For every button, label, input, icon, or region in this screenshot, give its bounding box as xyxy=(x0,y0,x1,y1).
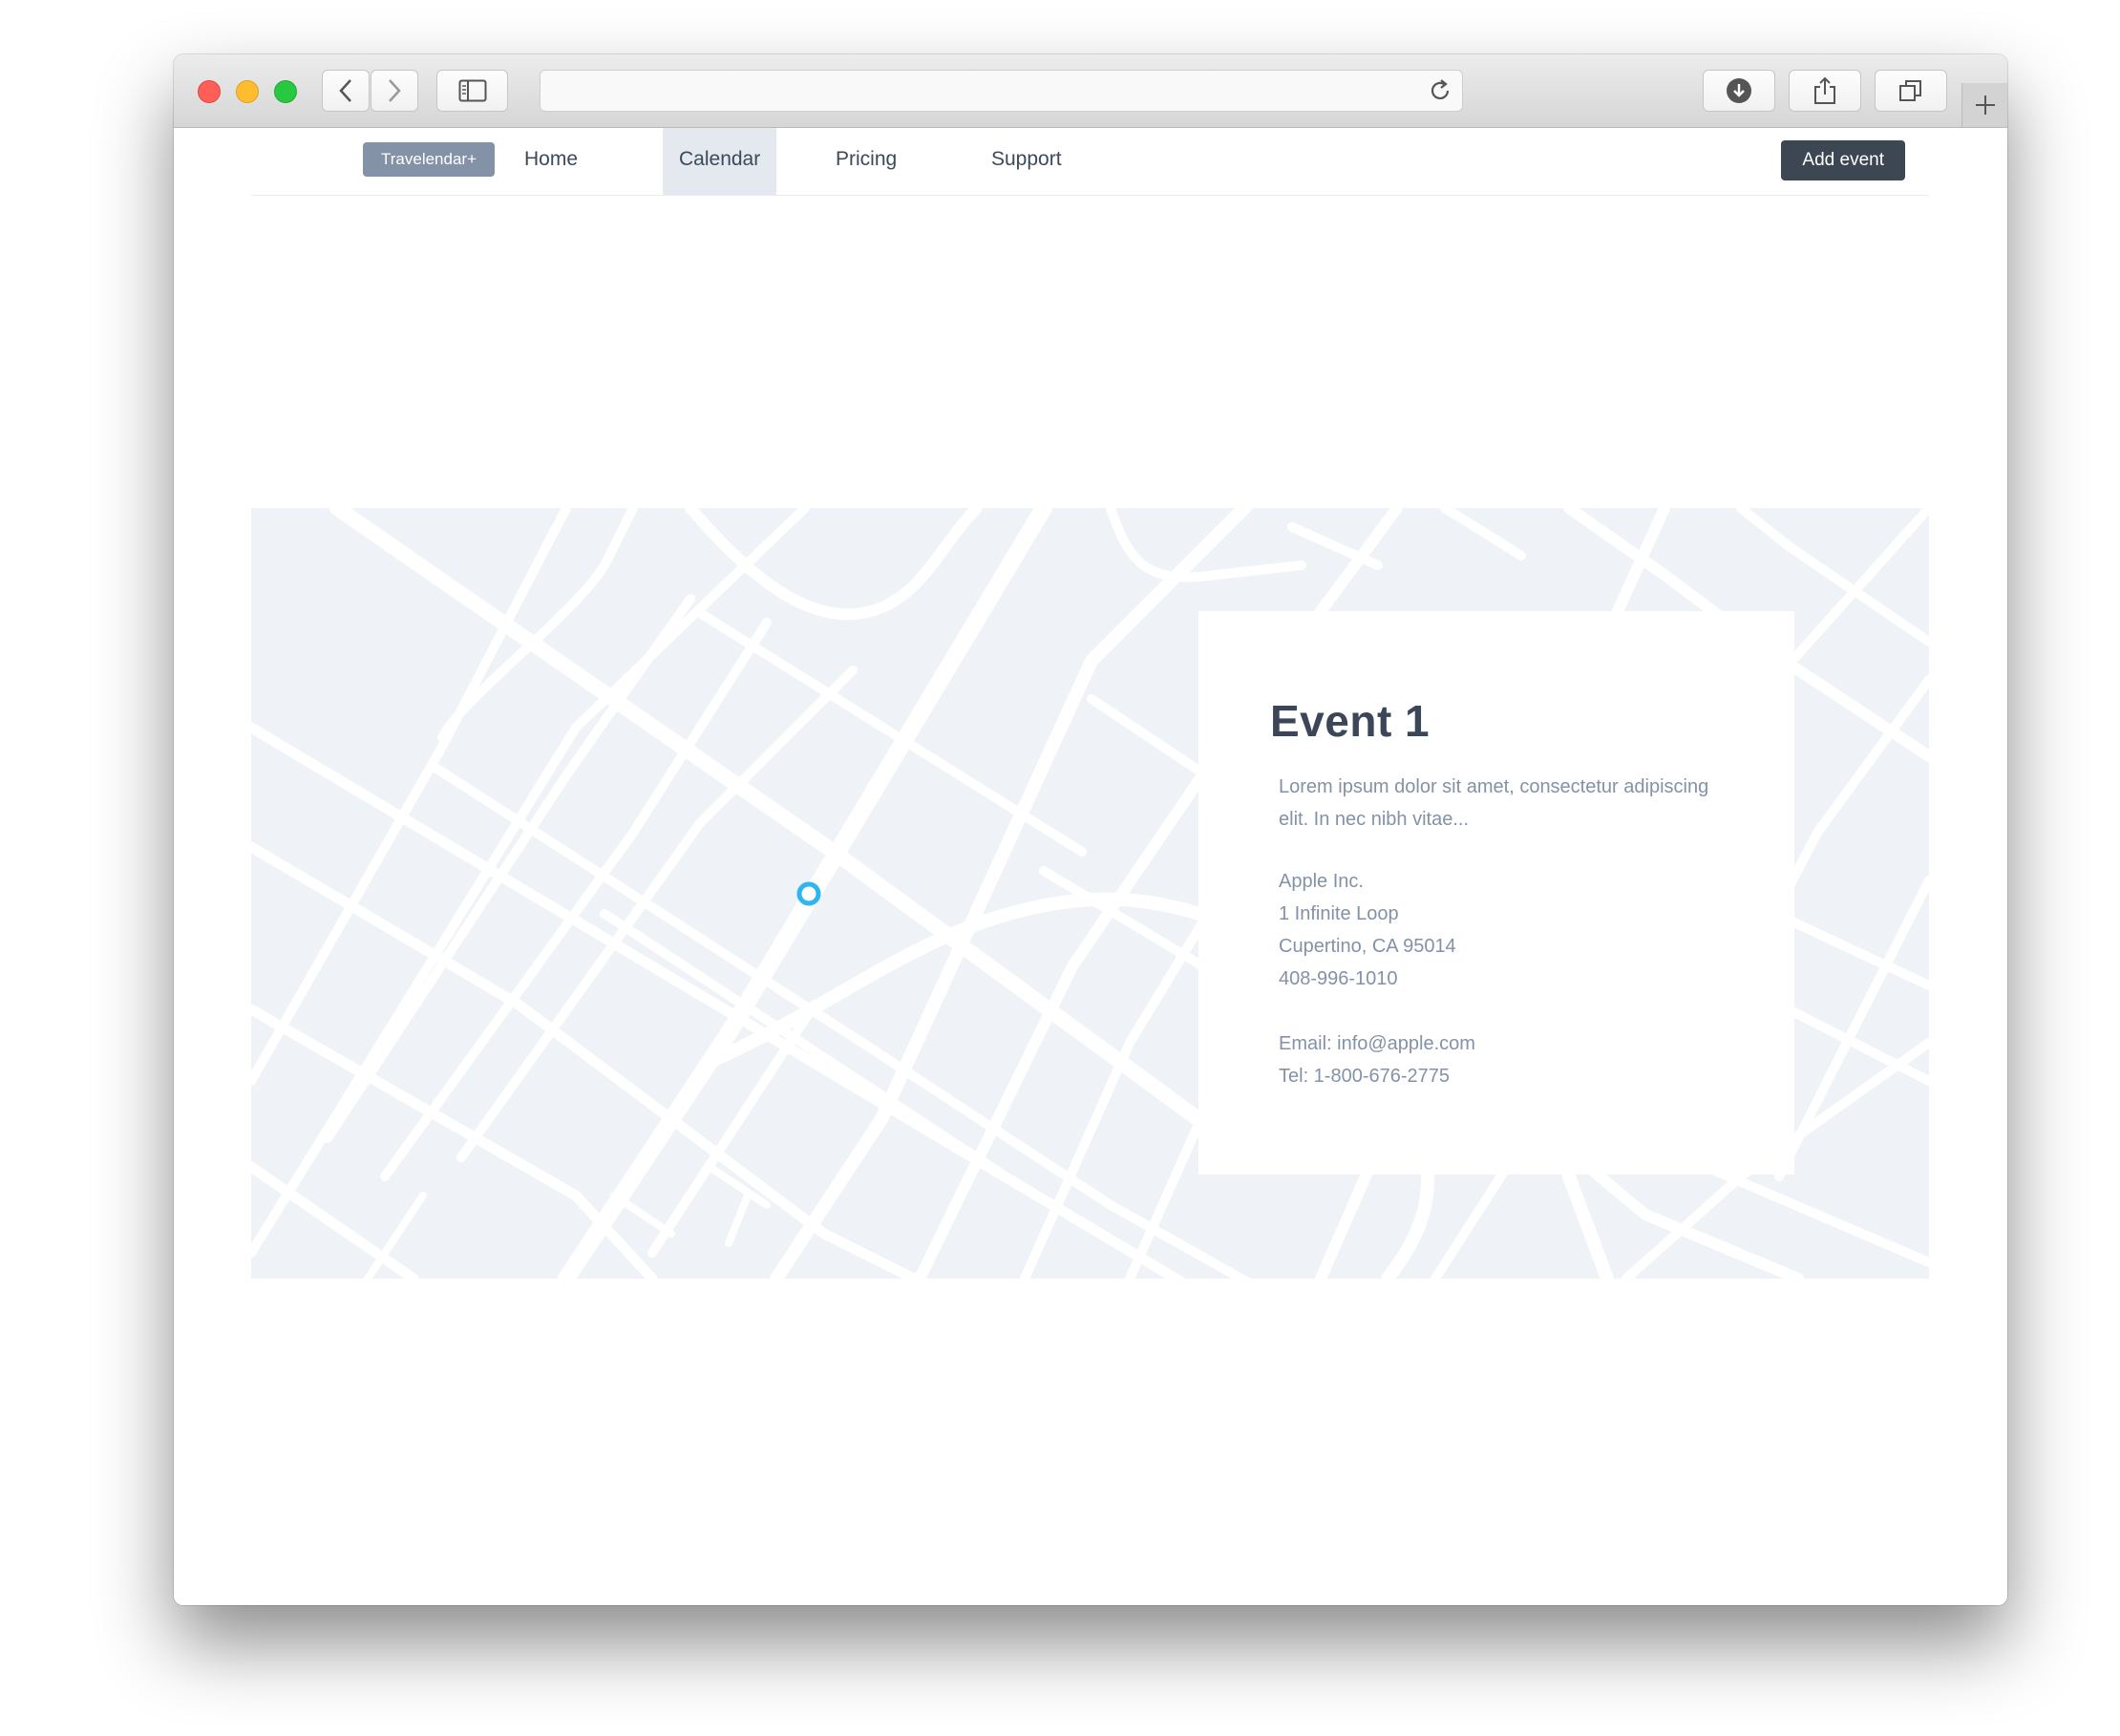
location-marker[interactable] xyxy=(796,881,821,906)
share-icon xyxy=(1814,76,1835,104)
nav-item-support[interactable]: Support xyxy=(975,128,1078,195)
downloads-button[interactable] xyxy=(1703,70,1775,112)
chevron-left-icon xyxy=(339,79,351,102)
forward-button[interactable] xyxy=(371,70,418,112)
page-content: Travelendar+ Home Calendar Pricing Suppo… xyxy=(174,128,2007,1605)
browser-window: Travelendar+ Home Calendar Pricing Suppo… xyxy=(174,54,2007,1605)
close-window-button[interactable] xyxy=(198,80,221,103)
browser-toolbar xyxy=(174,54,2007,128)
new-tab-button[interactable] xyxy=(1961,83,2007,127)
address-line-phone: 408-996-1010 xyxy=(1279,968,1398,989)
zoom-window-button[interactable] xyxy=(274,80,297,103)
plus-icon xyxy=(1976,95,1995,115)
share-button[interactable] xyxy=(1789,70,1861,112)
top-navigation: Travelendar+ Home Calendar Pricing Suppo… xyxy=(251,128,1929,196)
reload-icon[interactable] xyxy=(1428,78,1452,103)
minimize-window-button[interactable] xyxy=(236,80,259,103)
tabs-overview-button[interactable] xyxy=(1875,70,1947,112)
tabs-icon xyxy=(1899,80,1921,101)
sidebar-toggle-button[interactable] xyxy=(436,70,508,112)
map-view[interactable]: Event 1 Lorem ipsum dolor sit amet, cons… xyxy=(251,508,1929,1279)
address-bar[interactable] xyxy=(540,70,1463,112)
download-icon xyxy=(1727,78,1751,103)
contact-email[interactable]: Email: info@apple.com xyxy=(1279,1027,1475,1060)
nav-item-pricing[interactable]: Pricing xyxy=(819,128,913,195)
address-line-street: 1 Infinite Loop xyxy=(1279,903,1399,924)
contact-tel[interactable]: Tel: 1-800-676-2775 xyxy=(1279,1060,1475,1092)
event-address: Apple Inc. 1 Infinite Loop Cupertino, CA… xyxy=(1279,865,1456,995)
nav-item-home[interactable]: Home xyxy=(508,128,594,195)
event-card: Event 1 Lorem ipsum dolor sit amet, cons… xyxy=(1198,611,1794,1175)
address-line-city: Cupertino, CA 95014 xyxy=(1279,936,1456,957)
add-event-button[interactable]: Add event xyxy=(1781,140,1905,180)
back-button[interactable] xyxy=(322,70,370,112)
brand-logo[interactable]: Travelendar+ xyxy=(363,142,496,177)
nav-item-calendar[interactable]: Calendar xyxy=(663,128,777,195)
event-title: Event 1 xyxy=(1270,696,1431,746)
event-contact: Email: info@apple.com Tel: 1-800-676-277… xyxy=(1279,1027,1475,1092)
event-description: Lorem ipsum dolor sit amet, consectetur … xyxy=(1279,776,1709,830)
address-line-company: Apple Inc. xyxy=(1279,871,1364,892)
chevron-right-icon xyxy=(389,79,401,102)
sidebar-icon xyxy=(458,79,486,102)
